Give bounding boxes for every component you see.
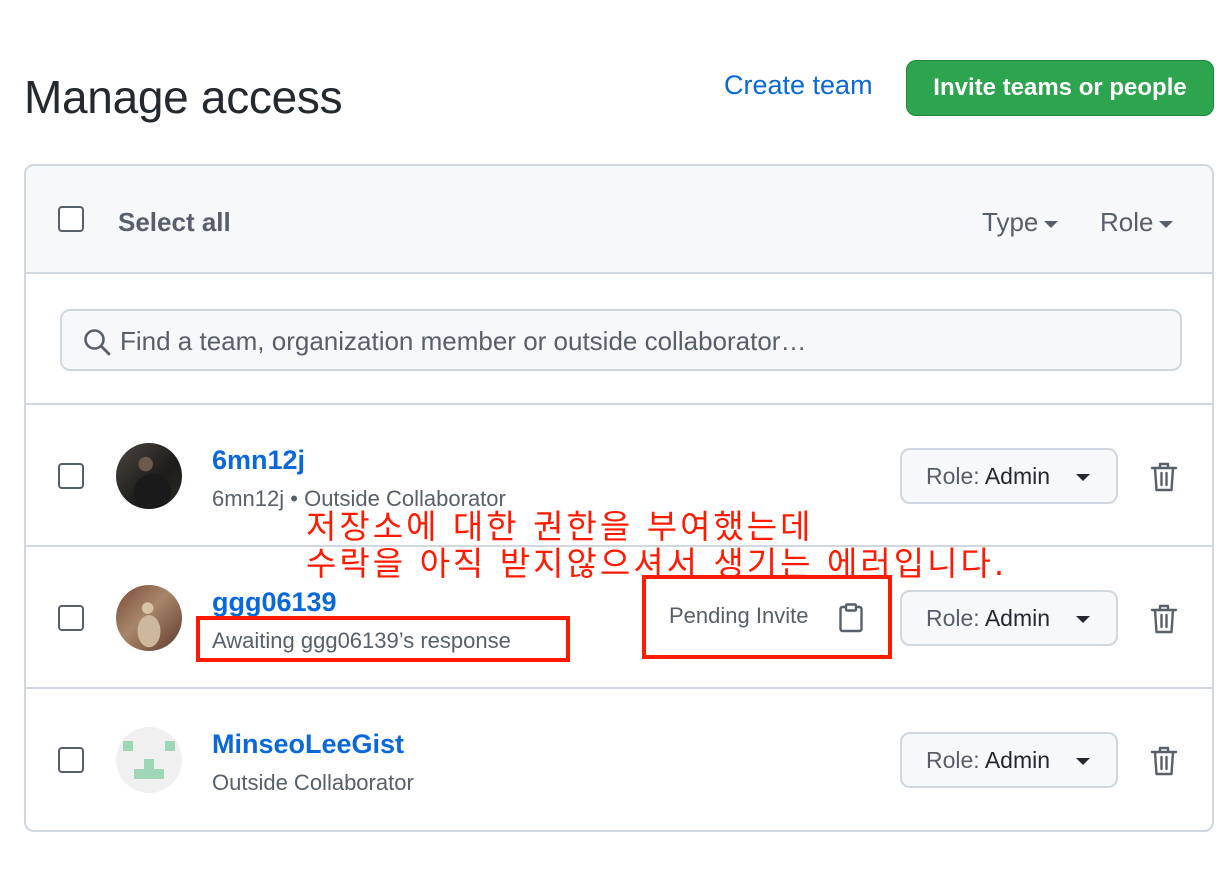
clipboard-icon[interactable] — [838, 603, 864, 633]
role-value: Admin — [984, 746, 1051, 773]
type-filter-menu[interactable]: Type — [982, 207, 1059, 238]
create-team-link[interactable]: Create team — [724, 70, 873, 101]
type-filter-label: Type — [982, 207, 1039, 237]
select-all-checkbox[interactable] — [58, 206, 84, 232]
access-list: Select all Type Role 6mn12j 6mn12j • Out… — [24, 164, 1214, 832]
annotation-text-line2: 수락을 아직 받지않으셔서 생기는 에러입니다. — [306, 544, 1008, 583]
search-input[interactable] — [120, 319, 1160, 363]
search-box — [60, 309, 1182, 371]
search-icon — [84, 329, 111, 356]
member-checkbox[interactable] — [58, 747, 84, 773]
role-dropdown[interactable]: Role: Admin — [900, 732, 1118, 788]
trash-icon[interactable] — [1150, 461, 1178, 493]
member-checkbox[interactable] — [58, 605, 84, 631]
role-value: Admin — [984, 604, 1051, 631]
invite-teams-or-people-button[interactable]: Invite teams or people — [906, 60, 1214, 116]
avatar[interactable] — [116, 727, 182, 793]
caret-down-icon — [1159, 220, 1174, 228]
search-section — [26, 274, 1212, 405]
member-username[interactable]: 6mn12j — [212, 445, 305, 476]
page-title: Manage access — [24, 71, 343, 123]
member-username[interactable]: MinseoLeeGist — [212, 729, 404, 760]
role-filter-menu[interactable]: Role — [1100, 207, 1174, 238]
caret-down-icon — [1044, 220, 1059, 228]
role-prefix: Role: — [926, 746, 980, 773]
member-subtitle: Awaiting ggg06139’s response — [212, 628, 511, 653]
member-subtitle: Outside Collaborator — [212, 770, 414, 795]
pending-invite-label: Pending Invite — [669, 603, 809, 628]
role-prefix: Role: — [926, 604, 980, 631]
role-prefix: Role: — [926, 462, 980, 489]
caret-down-icon — [1076, 758, 1090, 765]
member-row: MinseoLeeGist Outside Collaborator Role:… — [26, 689, 1212, 830]
avatar[interactable] — [116, 443, 182, 509]
member-username[interactable]: ggg06139 — [212, 587, 337, 618]
member-checkbox[interactable] — [58, 463, 84, 489]
caret-down-icon — [1076, 474, 1090, 481]
role-dropdown[interactable]: Role: Admin — [900, 448, 1118, 504]
caret-down-icon — [1076, 616, 1090, 623]
role-dropdown[interactable]: Role: Admin — [900, 590, 1118, 646]
trash-icon[interactable] — [1150, 603, 1178, 635]
list-header: Select all Type Role — [26, 166, 1212, 274]
avatar[interactable] — [116, 585, 182, 651]
role-value: Admin — [984, 462, 1051, 489]
select-all-label: Select all — [118, 207, 231, 237]
trash-icon[interactable] — [1150, 745, 1178, 777]
role-filter-label: Role — [1100, 207, 1154, 237]
identicon-icon — [123, 741, 175, 779]
